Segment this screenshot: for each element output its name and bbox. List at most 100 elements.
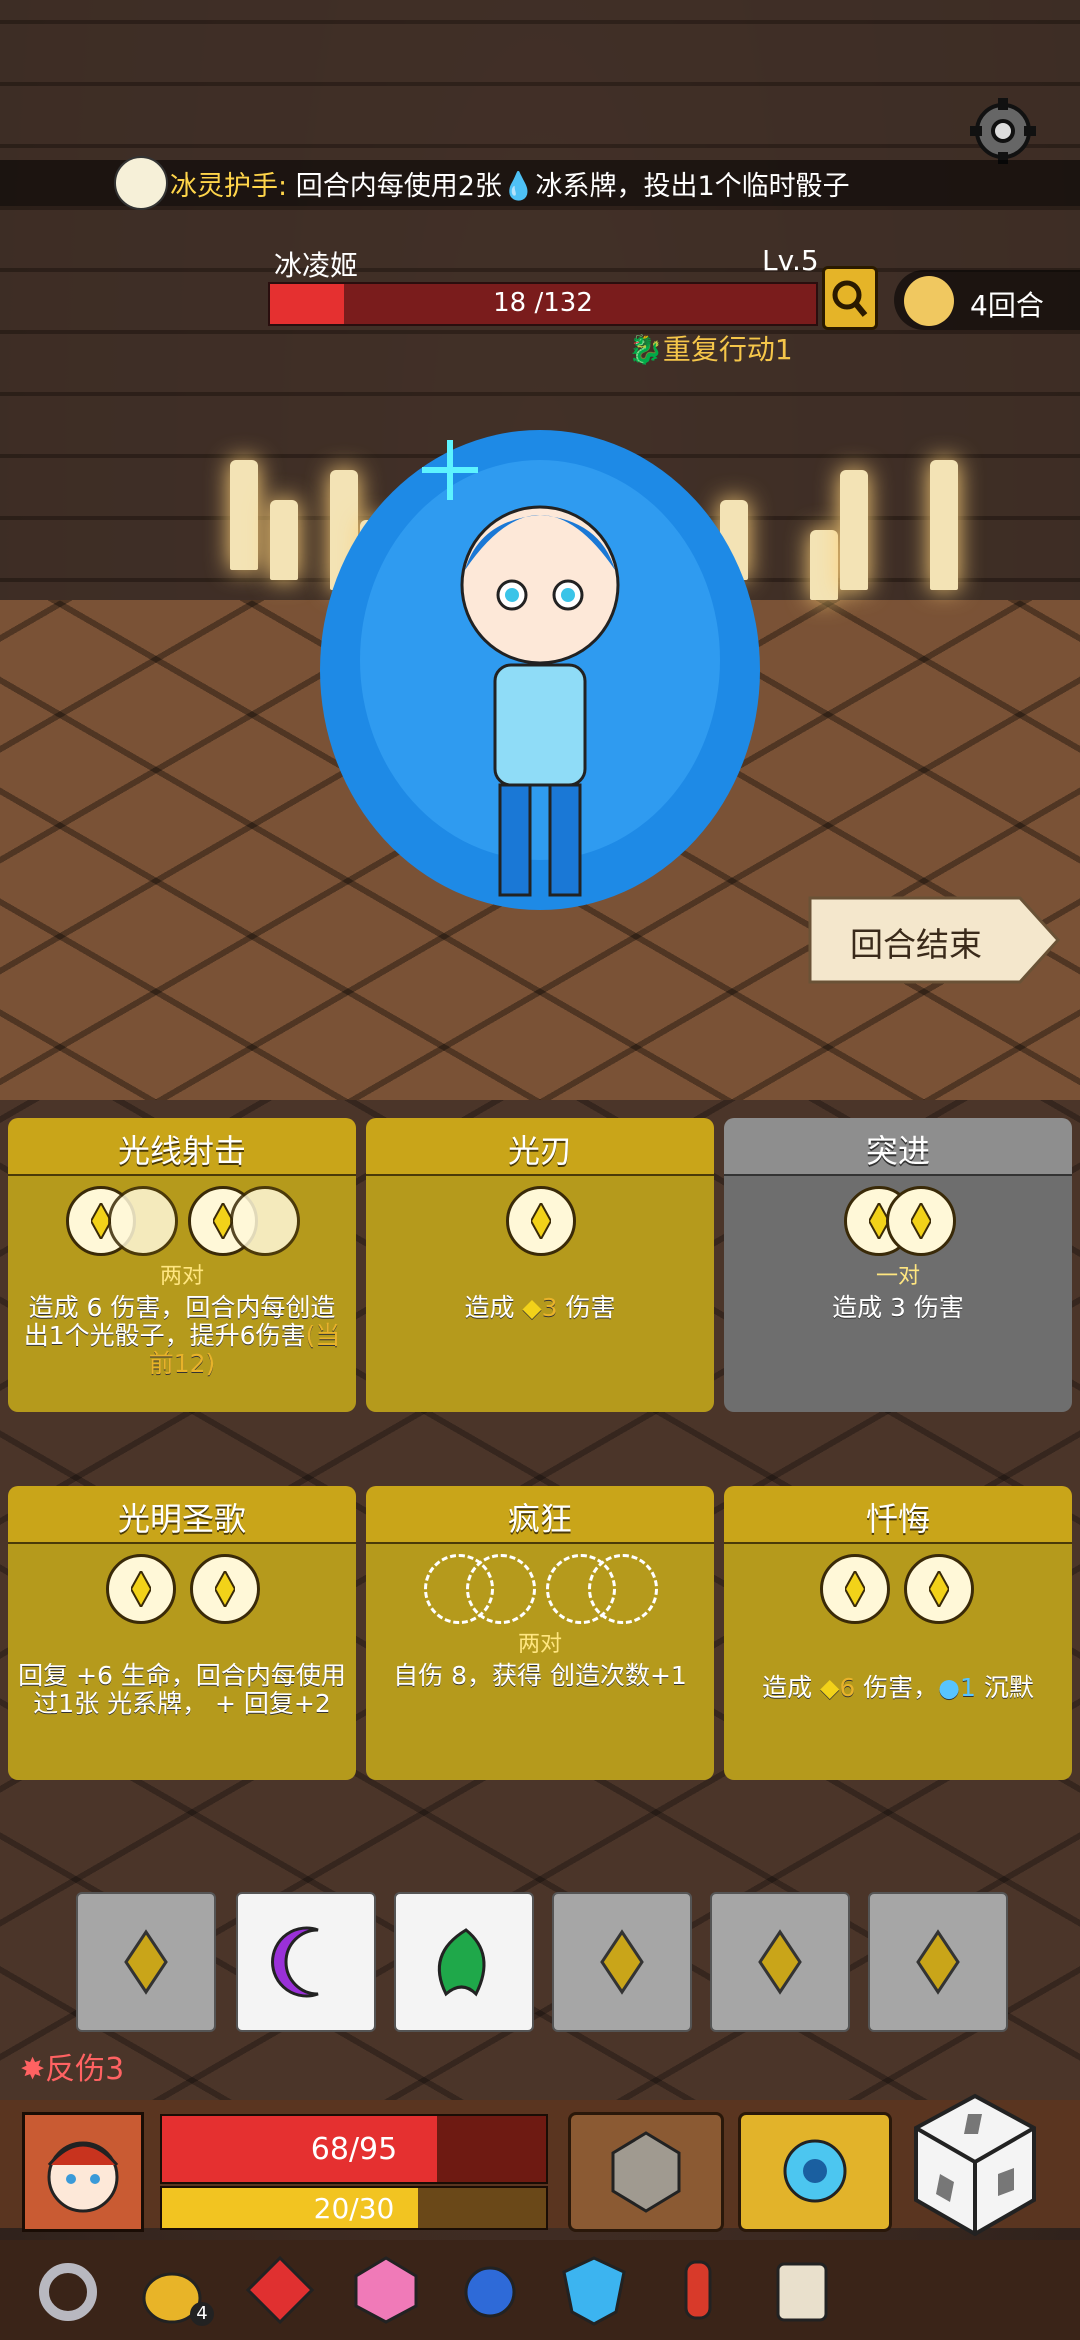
card-body: 两对 自伤 8，获得 创造次数+1 <box>366 1544 714 1780</box>
player-hp-text: 68/95 <box>310 2132 398 2167</box>
turn-counter-text: 4回合 <box>970 289 1044 322</box>
buff-text-after: 冰系牌，投出1个临时骰子 <box>535 171 850 202</box>
silence-value: 1 <box>960 1673 976 1702</box>
light-gem-icon: ◆ <box>522 1293 542 1322</box>
card-requirement: 两对 <box>517 1632 562 1657</box>
dice-slot[interactable] <box>820 1554 890 1624</box>
card-title: 突进 <box>865 1132 930 1170</box>
card-body: 两对 造成 6 伤害，回合内每创造出1个光骰子，提升6伤害(当前12) <box>8 1176 356 1412</box>
empty-dice-slot[interactable] <box>466 1554 536 1624</box>
card-repentance[interactable]: 忏悔 造成 ◆6 伤害，●1 沉默 <box>724 1486 1072 1780</box>
card-description: 造成 ◆6 伤害，●1 沉默 <box>734 1674 1062 1702</box>
card-description: 自伤 8，获得 创造次数+1 <box>393 1661 687 1690</box>
card-requirement: 一对 <box>875 1264 920 1289</box>
candle <box>930 460 958 590</box>
card-light-blade[interactable]: 光刃 造成 ◆3 伤害 <box>366 1118 714 1412</box>
card-dash[interactable]: 突进 一对 造成 3 伤害 <box>724 1118 1072 1412</box>
candle <box>840 470 868 590</box>
dice-slot[interactable] <box>886 1186 956 1256</box>
dice-tray-die[interactable] <box>868 1892 1008 2032</box>
light-gem-icon <box>131 1571 151 1607</box>
candle <box>270 500 298 580</box>
card-description-pre: 造成 <box>464 1293 523 1322</box>
thorns-status[interactable]: ✸反伤3 <box>20 2044 124 2088</box>
card-header: 忏悔 <box>724 1486 1072 1545</box>
gear-icon[interactable] <box>968 96 1038 166</box>
red-gem-icon[interactable] <box>242 2252 318 2328</box>
dice-slot[interactable] <box>108 1186 178 1256</box>
scroll-icon[interactable] <box>764 2252 840 2328</box>
dice-bag-button[interactable] <box>568 2112 724 2232</box>
light-gem-icon <box>758 1929 802 1995</box>
player-shield-bar: 20/30 <box>160 2186 548 2230</box>
card-requirement: 两对 <box>159 1264 204 1289</box>
thorns-text: 反伤3 <box>45 2052 125 2087</box>
money-bag-count: 4 <box>190 2302 214 2326</box>
light-gem-icon <box>911 1203 931 1239</box>
hourglass-scroll-icon <box>904 276 954 326</box>
buff-name: 冰灵护手: <box>170 171 288 202</box>
card-body: 一对 造成 3 伤害 <box>724 1176 1072 1412</box>
skill-button[interactable] <box>738 2112 892 2232</box>
dice-slot[interactable] <box>506 1186 576 1256</box>
money-bag-icon[interactable]: 4 <box>134 2252 214 2328</box>
candle <box>230 460 258 570</box>
spiked-blue-orb-icon[interactable] <box>452 2252 528 2328</box>
dice-tray-die[interactable] <box>552 1892 692 2032</box>
light-gem-icon <box>215 1571 235 1607</box>
light-gem-icon <box>600 1929 644 1995</box>
pink-d20-icon[interactable] <box>348 2252 424 2328</box>
empty-dice-slot[interactable] <box>588 1554 658 1624</box>
dice-tray-die[interactable] <box>236 1892 376 2032</box>
light-gem-icon <box>845 1571 865 1607</box>
silence-icon: ● <box>938 1673 960 1702</box>
enemy-hp-bar: 18 /132 <box>268 282 818 326</box>
player-shield-text: 20/30 <box>313 2192 395 2225</box>
dice-tray-die[interactable] <box>394 1892 534 2032</box>
moon-icon <box>271 1926 319 1998</box>
enemy-level: Lv.5 <box>762 244 819 277</box>
card-description: 造成 ◆3 伤害 <box>376 1294 704 1322</box>
card-damage-value: 3 <box>541 1293 558 1322</box>
ring-icon[interactable] <box>30 2252 106 2328</box>
card-body: 造成 ◆6 伤害，●1 沉默 <box>724 1544 1072 1780</box>
candle <box>810 530 838 600</box>
card-title: 光刃 <box>507 1132 572 1170</box>
inspect-button[interactable] <box>822 266 878 330</box>
enemy-ice-princess[interactable] <box>300 420 780 940</box>
light-gem-icon <box>124 1929 168 1995</box>
d20-icon <box>611 2131 681 2213</box>
card-description-mid: 伤害， <box>855 1673 939 1702</box>
dice-tray-die[interactable] <box>710 1892 850 2032</box>
dice-slot[interactable] <box>190 1554 260 1624</box>
card-body: 造成 ◆3 伤害 <box>366 1176 714 1412</box>
leaf-icon <box>437 1928 486 1997</box>
enemy-intent: 🐉重复行动1 <box>628 328 793 368</box>
thorns-icon: ✸ <box>20 2052 46 2087</box>
red-potion-icon[interactable] <box>660 2252 736 2328</box>
card-header: 光刃 <box>366 1118 714 1177</box>
card-body: 回复 +6 生命，回合内每使用过1张 光系牌， + 回复+2 <box>8 1544 356 1780</box>
card-title: 光明圣歌 <box>117 1500 246 1538</box>
player-avatar[interactable] <box>22 2112 144 2232</box>
light-gem-icon <box>531 1203 551 1239</box>
card-header: 突进 <box>724 1118 1072 1177</box>
enemy-hp-text: 18 /132 <box>493 288 593 318</box>
roll-dice-button[interactable] <box>910 2090 1040 2240</box>
dice-slot[interactable] <box>904 1554 974 1624</box>
card-light-beam-shot[interactable]: 光线射击 两对 造成 6 伤害，回合内每创造出1个光骰子，提升6伤害(当前12) <box>8 1118 356 1412</box>
magnifier-icon <box>832 280 868 317</box>
card-madness[interactable]: 疯狂 两对 自伤 8，获得 创造次数+1 <box>366 1486 714 1780</box>
dice-slot[interactable] <box>106 1554 176 1624</box>
card-damage-value: 6 <box>839 1673 856 1702</box>
card-holy-hymn[interactable]: 光明圣歌 回复 +6 生命，回合内每使用过1张 光系牌， + 回复+2 <box>8 1486 356 1780</box>
card-title: 忏悔 <box>865 1500 930 1538</box>
blue-shield-gem-icon[interactable] <box>556 2252 632 2328</box>
buff-text-before: 回合内每使用2张 <box>287 171 502 202</box>
gauntlet-icon <box>114 156 168 210</box>
blue-skull-icon <box>783 2139 847 2203</box>
card-description: 造成 6 伤害，回合内每创造出1个光骰子，提升6伤害(当前12) <box>18 1294 346 1378</box>
dice-slot[interactable] <box>230 1186 300 1256</box>
dice-tray-die[interactable] <box>76 1892 216 2032</box>
dragon-icon: 🐉 <box>628 333 663 366</box>
